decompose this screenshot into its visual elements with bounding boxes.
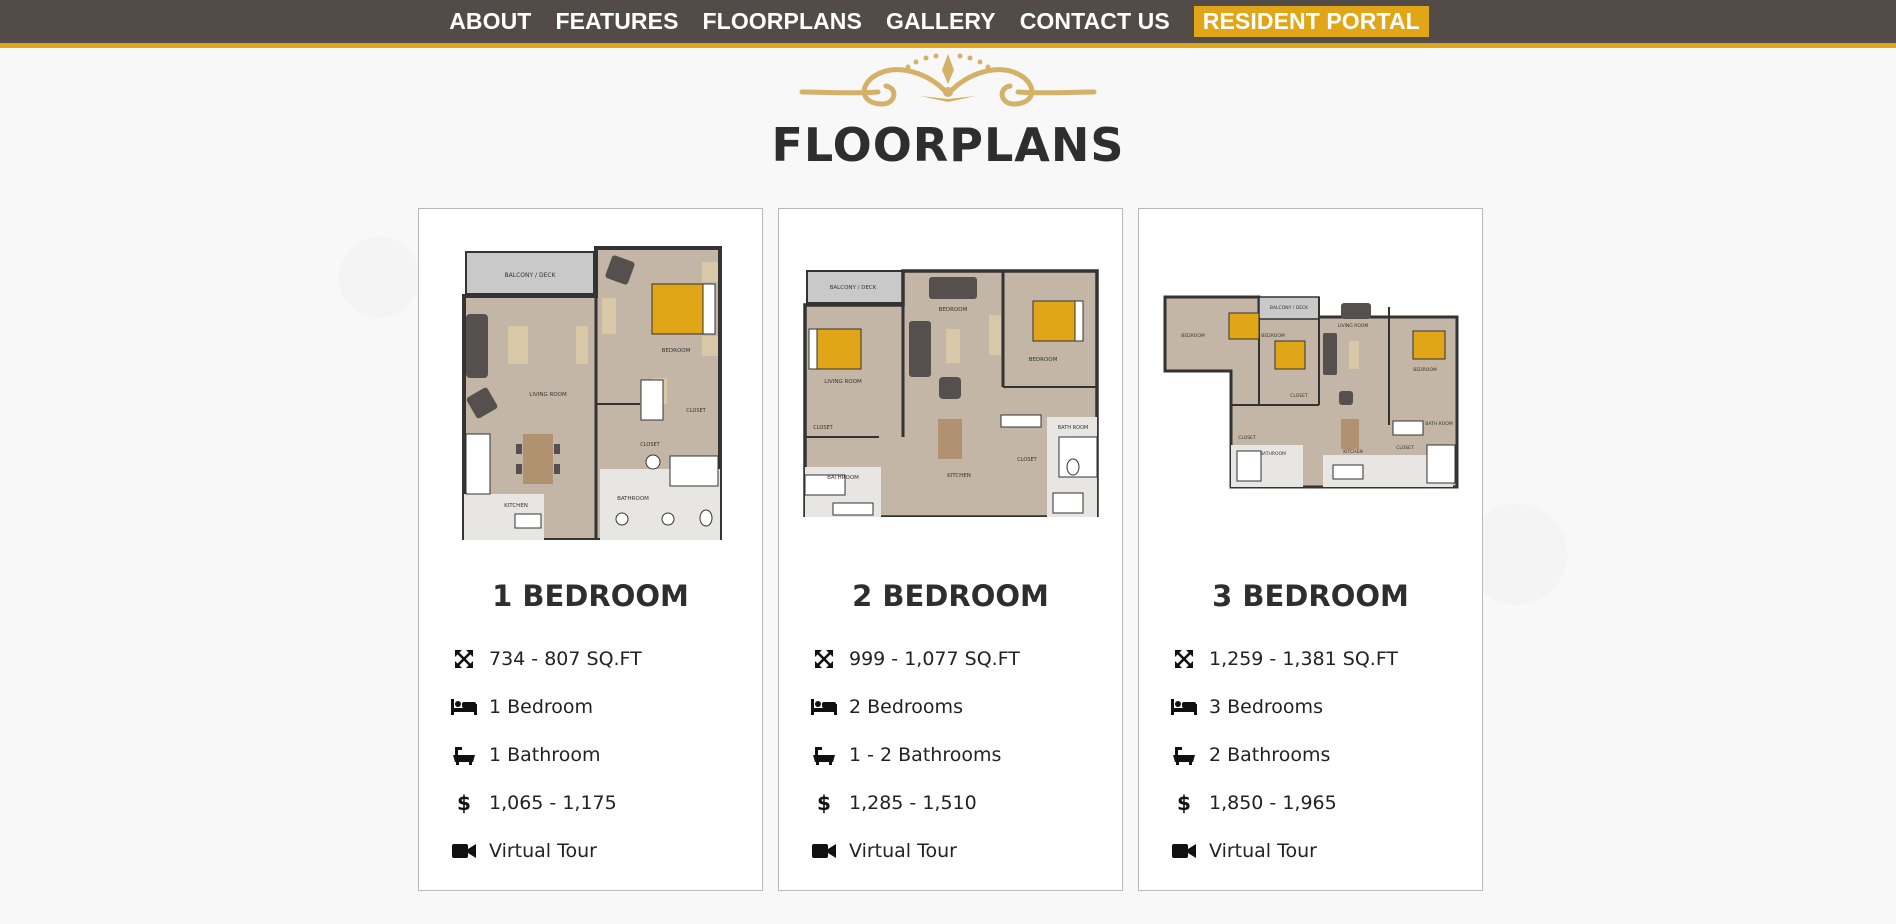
- spec-sqft: 1,259 - 1,381 SQ.FT: [1171, 644, 1398, 674]
- floorplan-image-wrapper: BALCONY / DECK BEDROOM LIVING ROOM CLOSE…: [419, 209, 762, 574]
- room-label: CLOSET: [686, 408, 706, 414]
- room-label: BATHROOM: [1259, 451, 1285, 457]
- floorplan-title: 1 BEDROOM: [492, 579, 689, 613]
- bathrooms-value: 1 Bathroom: [489, 744, 601, 766]
- bed-icon: [1171, 694, 1197, 720]
- floorplan-image-wrapper: BALCONY / DECK LIVING ROOM BEDROOM BEDRO…: [779, 209, 1122, 574]
- room-label: LIVING ROOM: [529, 392, 567, 398]
- page-title: FLOORPLANS: [771, 118, 1125, 172]
- dollar-icon: $: [1177, 791, 1191, 815]
- bedrooms-value: 1 Bedroom: [489, 696, 594, 718]
- spec-price: $ 1,065 - 1,175: [451, 788, 617, 818]
- resident-portal-button[interactable]: RESIDENT PORTAL: [1193, 6, 1429, 37]
- virtual-tour-label[interactable]: Virtual Tour: [849, 840, 957, 862]
- spec-price: $ 1,285 - 1,510: [811, 788, 977, 818]
- room-label: BEDROOM: [938, 307, 967, 313]
- bed-icon: [811, 694, 837, 720]
- sqft-value: 734 - 807 SQ.FT: [489, 648, 642, 670]
- bathtub-icon: [1171, 742, 1197, 768]
- price-value: 1,065 - 1,175: [489, 792, 617, 814]
- floorplan-card-1-bedroom: BALCONY / DECK BEDROOM LIVING ROOM CLOSE…: [418, 208, 763, 891]
- bedrooms-value: 2 Bedrooms: [849, 696, 963, 718]
- room-label: BALCONY / DECK: [504, 272, 556, 279]
- spec-sqft: 734 - 807 SQ.FT: [451, 644, 642, 674]
- dollar-icon: $: [457, 791, 471, 815]
- room-label: LIVING ROOM: [824, 379, 862, 385]
- floorplan-image-wrapper: BALCONY / DECK BEDROOM BEDROOM LIVING RO…: [1139, 209, 1482, 574]
- floorplan-card-2-bedroom: BALCONY / DECK LIVING ROOM BEDROOM BEDRO…: [778, 208, 1123, 891]
- video-camera-icon: [451, 838, 477, 864]
- spec-price: $ 1,850 - 1,965: [1171, 788, 1337, 818]
- virtual-tour-label[interactable]: Virtual Tour: [1209, 840, 1317, 862]
- decorative-flourish-icon: [799, 53, 1097, 107]
- floorplan-card-3-bedroom: BALCONY / DECK BEDROOM BEDROOM LIVING RO…: [1138, 208, 1483, 891]
- sqft-value: 1,259 - 1,381 SQ.FT: [1209, 648, 1399, 670]
- spec-bedrooms: 2 Bedrooms: [811, 692, 963, 722]
- floorplan-2-bedroom-image[interactable]: BALCONY / DECK LIVING ROOM BEDROOM BEDRO…: [802, 266, 1099, 517]
- nav-link-gallery[interactable]: GALLERY: [874, 8, 1008, 35]
- bathrooms-value: 1 - 2 Bathrooms: [849, 744, 1002, 766]
- room-label: BEDROOM: [661, 348, 690, 354]
- bed-icon: [451, 694, 477, 720]
- room-label: CLOSET: [813, 425, 833, 431]
- room-label: CLOSET: [1017, 457, 1037, 463]
- expand-arrows-icon: [811, 646, 837, 672]
- floorplan-1-bedroom-image[interactable]: BALCONY / DECK BEDROOM LIVING ROOM CLOSE…: [459, 243, 722, 540]
- nav-link-features[interactable]: FEATURES: [543, 8, 690, 35]
- virtual-tour-link[interactable]: Virtual Tour: [811, 836, 957, 866]
- spec-bedrooms: 1 Bedroom: [451, 692, 593, 722]
- room-label: BALCONY / DECK: [1269, 305, 1308, 311]
- spec-bedrooms: 3 Bedrooms: [1171, 692, 1323, 722]
- spec-sqft: 999 - 1,077 SQ.FT: [811, 644, 1020, 674]
- room-label: LIVING ROOM: [1337, 323, 1368, 329]
- floorplan-title: 3 BEDROOM: [1212, 579, 1409, 613]
- expand-arrows-icon: [1171, 646, 1197, 672]
- floorplan-title: 2 BEDROOM: [852, 579, 1049, 613]
- room-label: KITCHEN: [947, 473, 971, 479]
- room-label: KITCHEN: [1343, 449, 1363, 455]
- virtual-tour-link[interactable]: Virtual Tour: [451, 836, 597, 866]
- room-label: CLOSET: [640, 442, 660, 448]
- room-label: BATH ROOM: [1425, 421, 1453, 427]
- spec-bathrooms: 1 - 2 Bathrooms: [811, 740, 1001, 770]
- bathtub-icon: [811, 742, 837, 768]
- room-label: CLOSET: [1396, 445, 1414, 451]
- price-value: 1,285 - 1,510: [849, 792, 977, 814]
- floorplan-3-bedroom-image[interactable]: BALCONY / DECK BEDROOM BEDROOM LIVING RO…: [1162, 294, 1459, 489]
- virtual-tour-link[interactable]: Virtual Tour: [1171, 836, 1317, 866]
- spec-bathrooms: 2 Bathrooms: [1171, 740, 1330, 770]
- room-label: BATHROOM: [827, 475, 859, 481]
- room-label: KITCHEN: [504, 503, 528, 509]
- sqft-value: 999 - 1,077 SQ.FT: [849, 648, 1020, 670]
- nav-link-contact-us[interactable]: CONTACT US: [1008, 8, 1182, 35]
- room-label: BEDROOM: [1181, 333, 1205, 339]
- spec-bathrooms: 1 Bathroom: [451, 740, 600, 770]
- nav-link-about[interactable]: ABOUT: [437, 8, 543, 35]
- bedrooms-value: 3 Bedrooms: [1209, 696, 1323, 718]
- dollar-icon: $: [817, 791, 831, 815]
- room-label: BEDROOM: [1413, 367, 1437, 373]
- room-label: BEDROOM: [1028, 357, 1057, 363]
- expand-arrows-icon: [451, 646, 477, 672]
- bathrooms-value: 2 Bathrooms: [1209, 744, 1331, 766]
- video-camera-icon: [811, 838, 837, 864]
- virtual-tour-label[interactable]: Virtual Tour: [489, 840, 597, 862]
- room-label: CLOSET: [1238, 435, 1256, 441]
- room-label: CLOSET: [1290, 393, 1308, 399]
- room-label: BEDROOM: [1261, 333, 1285, 339]
- nav-links: ABOUT FEATURES FLOORPLANS GALLERY CONTAC…: [437, 6, 1429, 37]
- nav-link-floorplans[interactable]: FLOORPLANS: [691, 8, 874, 35]
- video-camera-icon: [1171, 838, 1197, 864]
- room-label: BATH ROOM: [1057, 425, 1088, 431]
- top-navigation-bar: ABOUT FEATURES FLOORPLANS GALLERY CONTAC…: [0, 0, 1896, 48]
- room-label: BATHROOM: [617, 496, 649, 502]
- room-label: BALCONY / DECK: [829, 285, 876, 291]
- price-value: 1,850 - 1,965: [1209, 792, 1337, 814]
- bathtub-icon: [451, 742, 477, 768]
